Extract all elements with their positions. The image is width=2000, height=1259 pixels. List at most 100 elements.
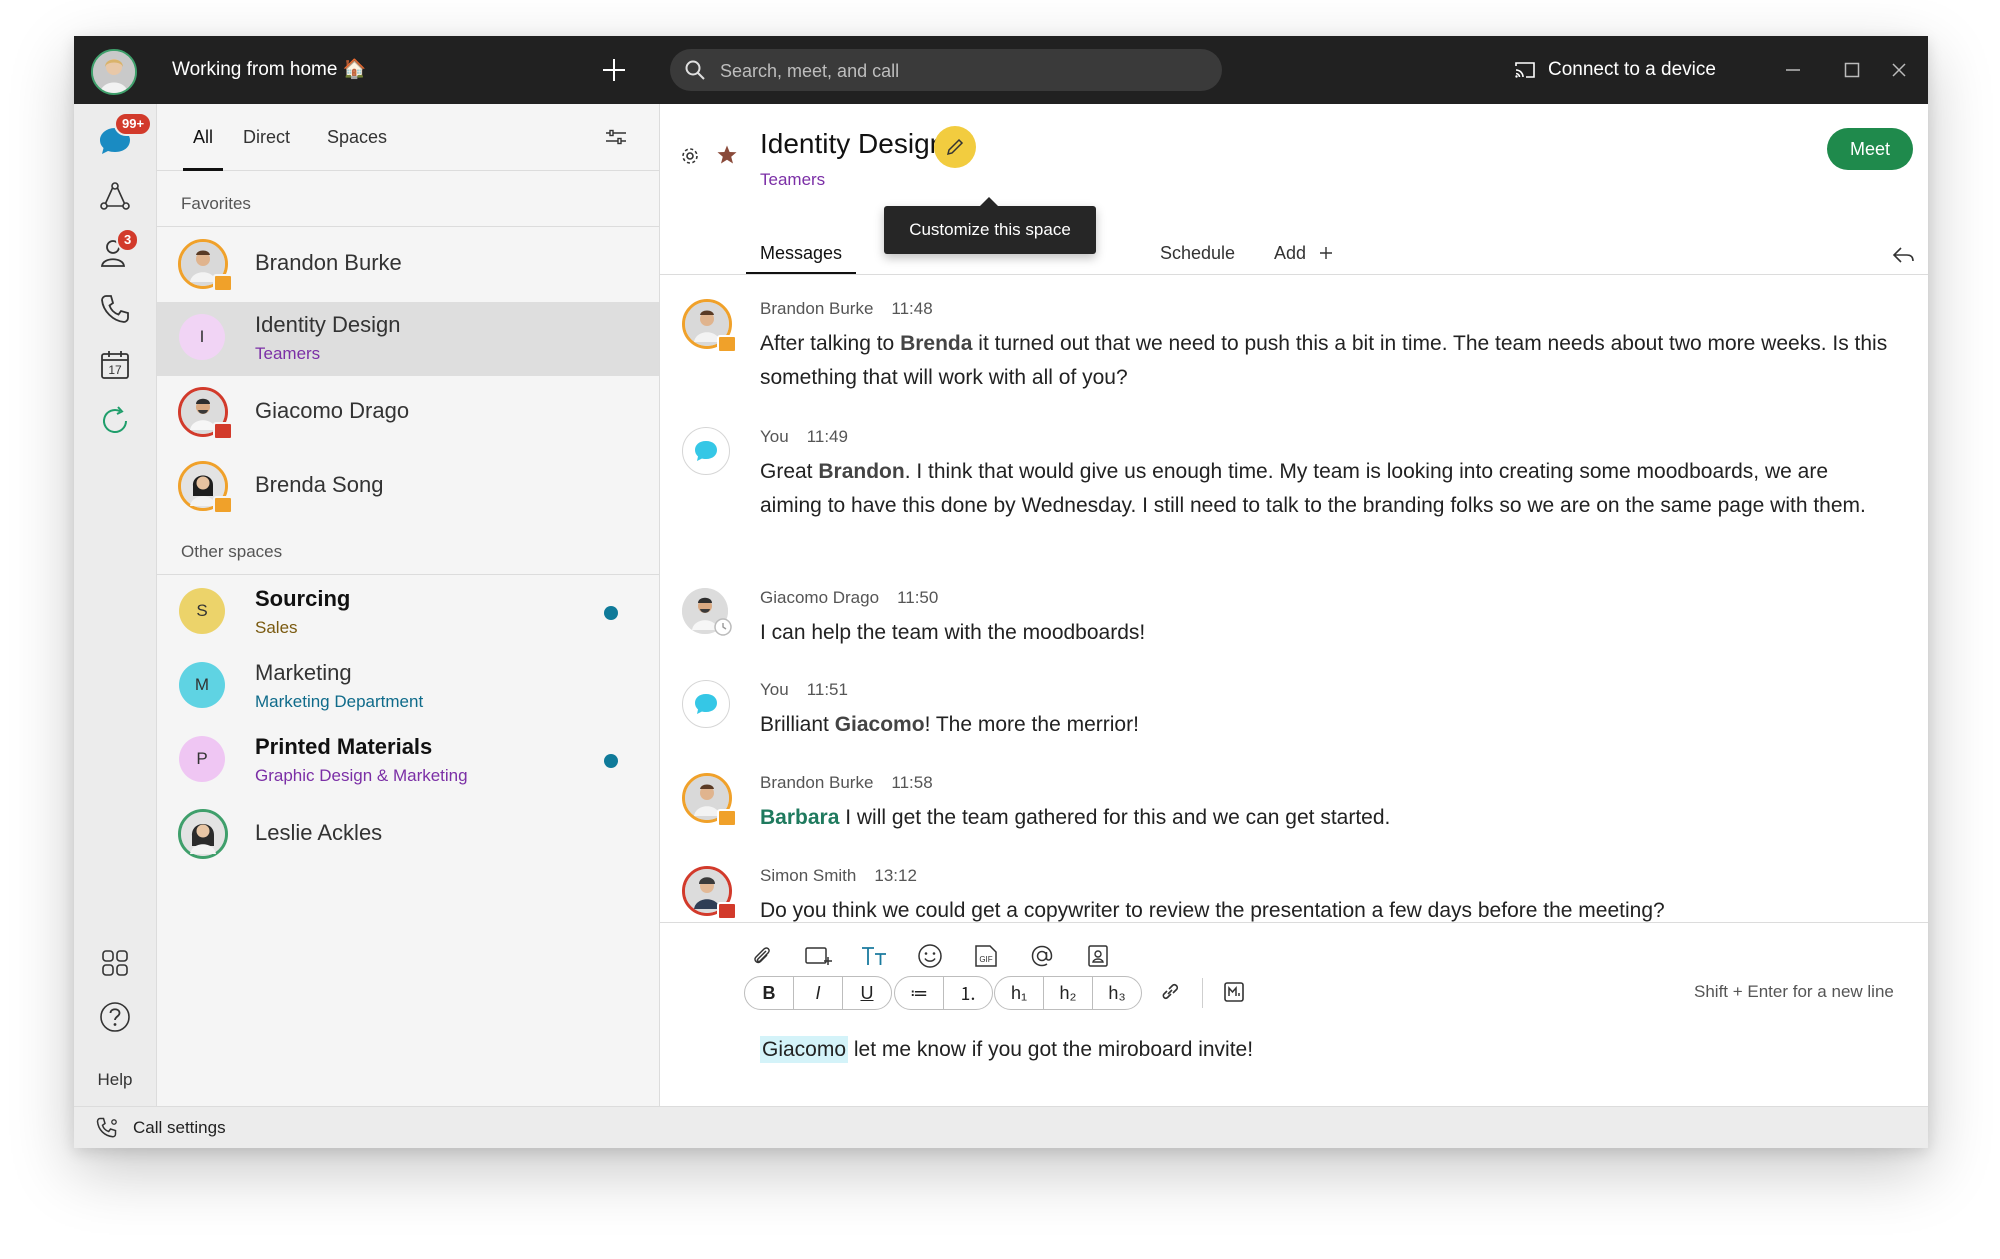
video-presence-icon — [717, 335, 737, 353]
divider — [660, 922, 1928, 923]
search-bar[interactable] — [670, 49, 1222, 93]
tab-schedule[interactable]: Schedule — [1160, 232, 1235, 274]
at-sign-icon — [1031, 945, 1053, 967]
rail-messaging[interactable]: 99+ — [90, 112, 153, 166]
underline-button[interactable]: U — [843, 977, 891, 1009]
space-item-marketing[interactable]: M Marketing Marketing Department — [157, 650, 659, 724]
rail-meetings[interactable]: 17 — [90, 340, 140, 390]
screenshot-button[interactable] — [800, 938, 836, 974]
message-meta: Brandon Burke 11:58 — [760, 773, 933, 793]
gear-icon[interactable] — [680, 146, 700, 166]
text-style-group: B I U — [744, 976, 892, 1010]
video-presence-icon — [213, 496, 233, 514]
format-toggle-button[interactable] — [856, 938, 892, 974]
author: Simon Smith — [760, 866, 857, 885]
heading1-button[interactable]: h₁ — [995, 977, 1044, 1009]
space-item-sourcing[interactable]: S Sourcing Sales — [157, 576, 659, 650]
other-spaces-heading: Other spaces — [181, 542, 283, 561]
customize-space-button[interactable] — [934, 126, 976, 168]
minimize-button[interactable] — [1764, 36, 1822, 104]
rail-teams[interactable] — [90, 172, 140, 222]
mention[interactable]: Brandon — [818, 460, 904, 483]
mention-button[interactable] — [1024, 938, 1060, 974]
new-space-button[interactable] — [594, 50, 634, 90]
draft-text: let me know if you got the miroboard inv… — [848, 1038, 1254, 1061]
space-team: Teamers — [255, 344, 321, 363]
message-meta: You 11:51 — [760, 680, 848, 700]
link-icon — [1162, 983, 1179, 1000]
cast-icon — [1515, 62, 1535, 78]
space-team: Graphic Design & Marketing — [255, 766, 468, 785]
message-text: Do you think we could get a copywriter t… — [760, 899, 1665, 922]
filter-options-icon[interactable] — [605, 128, 627, 146]
search-input[interactable] — [718, 49, 1202, 93]
unread-indicator — [604, 606, 618, 620]
bulleted-list-button[interactable]: ≔ — [895, 977, 944, 1009]
space-initial: S — [179, 588, 225, 634]
call-settings-bar[interactable]: Call settings — [74, 1106, 1928, 1148]
space-team-link[interactable]: Teamers — [760, 170, 825, 190]
connect-device-button[interactable]: Connect to a device — [1514, 36, 1716, 104]
author: Brandon Burke — [760, 299, 874, 318]
star-icon[interactable] — [716, 144, 738, 166]
video-presence-icon — [717, 809, 737, 827]
rail-contacts[interactable]: 3 — [90, 228, 140, 278]
gif-button[interactable]: GIF — [968, 938, 1004, 974]
rail-sync[interactable] — [90, 396, 140, 446]
minimize-icon — [1786, 69, 1800, 71]
heading3-button[interactable]: h₃ — [1093, 977, 1141, 1009]
message-list: Brandon Burke 11:48 After talking to Bren… — [660, 275, 1928, 922]
refresh-icon — [103, 406, 127, 433]
filter-direct[interactable]: Direct — [243, 104, 290, 170]
teams-icon — [100, 182, 130, 210]
filter-spaces[interactable]: Spaces — [327, 104, 387, 170]
mention[interactable]: Giacomo — [760, 1036, 849, 1063]
pencil-icon — [946, 138, 964, 156]
mention[interactable]: Giacomo — [835, 713, 925, 736]
timestamp: 11:49 — [806, 427, 848, 446]
phone-icon — [101, 295, 129, 323]
mention[interactable]: Brenda — [900, 332, 972, 355]
space-name: Brenda Song — [255, 472, 384, 497]
rail-help[interactable] — [90, 992, 140, 1042]
close-button[interactable] — [1870, 36, 1928, 104]
meet-button[interactable]: Meet — [1827, 128, 1913, 170]
space-list-pane: All Direct Spaces Favorites Brandon Burk… — [157, 104, 660, 1106]
bold-button[interactable]: B — [745, 977, 794, 1009]
heading-group: h₁ h₂ h₃ — [994, 976, 1142, 1010]
author: Giacomo Drago — [760, 588, 880, 607]
space-item-brandon-burke[interactable]: Brandon Burke — [157, 228, 659, 302]
space-item-brenda-song[interactable]: Brenda Song — [157, 450, 659, 524]
text-part: Brilliant — [760, 713, 835, 736]
user-avatar[interactable] — [91, 49, 137, 95]
shortcut-hint: Shift + Enter for a new line — [1694, 982, 1894, 1001]
share-icon[interactable] — [1892, 245, 1916, 265]
emoji-button[interactable] — [912, 938, 948, 974]
mention[interactable]: Barbara — [760, 806, 839, 829]
screen-capture-icon — [805, 947, 832, 965]
status-message[interactable]: Working from home 🏠 — [172, 36, 366, 104]
rail-apps[interactable] — [90, 938, 140, 988]
space-item-giacomo-drago[interactable]: Giacomo Drago — [157, 376, 659, 450]
italic-button[interactable]: I — [794, 977, 843, 1009]
author: Brandon Burke — [760, 773, 874, 792]
space-item-leslie-ackles[interactable]: Leslie Ackles — [157, 798, 659, 872]
rail-calling[interactable] — [90, 284, 140, 334]
markdown-button[interactable] — [1216, 974, 1252, 1010]
filter-all[interactable]: All — [182, 104, 224, 171]
attach-button[interactable] — [744, 938, 780, 974]
text-part: After talking to — [760, 332, 901, 355]
insert-link-button[interactable] — [1152, 974, 1188, 1010]
calendar-icon: 17 — [101, 351, 129, 379]
text-part: Great — [760, 460, 819, 483]
whiteboard-button[interactable] — [1080, 938, 1116, 974]
navigation-rail: 99+ 3 17 Help — [74, 104, 157, 1106]
tab-add[interactable]: Add — [1274, 232, 1333, 274]
heading2-button[interactable]: h₂ — [1044, 977, 1093, 1009]
text-part: I will get the team gathered for this an… — [839, 806, 1391, 829]
space-item-identity-design[interactable]: I Identity Design Teamers — [157, 302, 659, 376]
numbered-list-button[interactable]: ⒈ — [944, 977, 992, 1009]
tab-messages[interactable]: Messages — [745, 232, 857, 275]
space-item-printed-materials[interactable]: P Printed Materials Graphic Design & Mar… — [157, 724, 659, 798]
message-input[interactable]: Giacomo let me know if you got the mirob… — [760, 1036, 1254, 1063]
